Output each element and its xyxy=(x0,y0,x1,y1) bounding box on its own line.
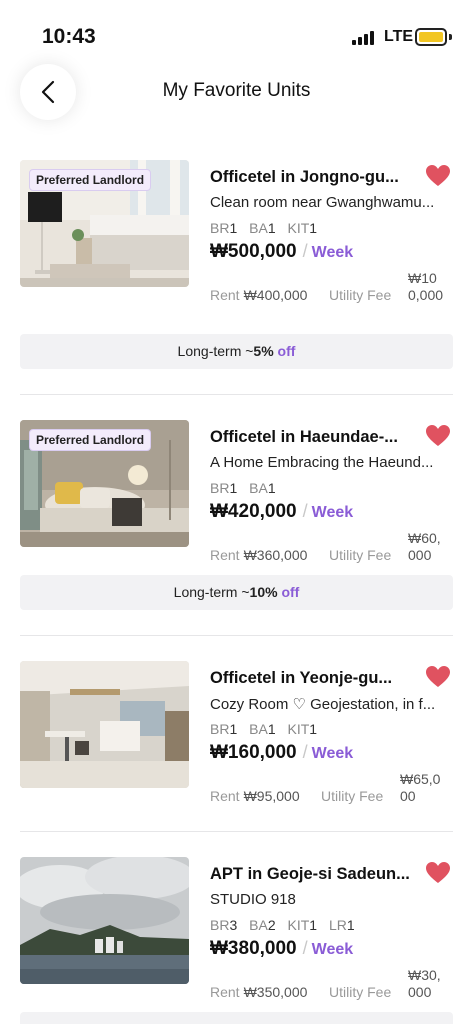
unit-price: ₩160,000 xyxy=(210,742,297,763)
price-period: Week xyxy=(311,244,354,261)
unit-photo[interactable] xyxy=(20,661,189,788)
long-term-discount-banner: Long-term ~5% off xyxy=(20,334,453,369)
room-count-kit: KIT1 xyxy=(287,220,318,236)
unit-price: ₩380,000 xyxy=(210,938,297,959)
utility-value: ₩60,000 xyxy=(408,530,441,563)
heart-filled-icon[interactable] xyxy=(425,164,451,188)
heart-filled-icon[interactable] xyxy=(425,424,451,448)
unit-price: ₩500,000 xyxy=(210,241,297,262)
rent-info: Rent ₩400,000 xyxy=(210,287,308,303)
utility-label: Utility Fee xyxy=(321,788,384,804)
utility-label: Utility Fee xyxy=(329,984,392,1000)
unit-title[interactable]: Officetel in Haeundae-... xyxy=(210,428,415,447)
room-count-ba: BA1 xyxy=(249,721,276,737)
room-count-br: BR1 xyxy=(210,220,238,236)
unit-photo[interactable]: Preferred Landlord xyxy=(20,420,189,547)
unit-photo[interactable]: Preferred Landlord xyxy=(20,160,189,287)
room-counts: BR1 BA1 KIT1 xyxy=(210,220,325,236)
price-row: ₩380,000/Week xyxy=(210,938,354,959)
divider xyxy=(20,831,453,832)
price-period: Week xyxy=(311,745,354,762)
price-row: ₩160,000/Week xyxy=(210,742,354,763)
price-period: Week xyxy=(311,504,354,521)
unit-photo[interactable] xyxy=(20,857,189,984)
long-term-discount-banner xyxy=(20,1012,453,1024)
price-period: Week xyxy=(311,941,354,958)
utility-value: ₩65,000 xyxy=(400,771,441,804)
room-count-br: BR1 xyxy=(210,480,238,496)
room-counts: BR3 BA2 KIT1 LR1 xyxy=(210,917,363,933)
room-count-ba: BA2 xyxy=(249,917,276,933)
utility-label: Utility Fee xyxy=(329,547,392,563)
battery-icon xyxy=(415,28,447,46)
unit-subtitle: Cozy Room ♡ Geojestation, in f... xyxy=(210,696,436,713)
room-count-ba: BA1 xyxy=(249,480,276,496)
rent-info: Rent ₩360,000 xyxy=(210,547,308,563)
heart-filled-icon[interactable] xyxy=(425,861,451,885)
price-row: ₩500,000/Week xyxy=(210,241,354,262)
room-counts: BR1 BA1 xyxy=(210,480,284,496)
cellular-signal-icon xyxy=(352,31,378,45)
unit-subtitle: Clean room near Gwanghwamu... xyxy=(210,194,435,211)
heart-filled-icon[interactable] xyxy=(425,665,451,689)
status-bar: 10:43 LTE xyxy=(0,0,473,64)
room-count-kit: KIT1 xyxy=(287,721,318,737)
divider xyxy=(20,394,453,395)
page-title: My Favorite Units xyxy=(162,80,311,101)
unit-price: ₩420,000 xyxy=(210,501,297,522)
rent-info: Rent ₩95,000 xyxy=(210,788,300,804)
battery-tip xyxy=(449,34,452,40)
header: My Favorite Units xyxy=(0,64,473,124)
network-type: LTE xyxy=(384,28,414,45)
long-term-discount-banner: Long-term ~10% off xyxy=(20,575,453,610)
unit-title[interactable]: Officetel in Jongno-gu... xyxy=(210,168,415,187)
room-count-ba: BA1 xyxy=(249,220,276,236)
room-count-br: BR3 xyxy=(210,917,238,933)
unit-title[interactable]: Officetel in Yeonje-gu... xyxy=(210,669,415,688)
rent-info: Rent ₩350,000 xyxy=(210,984,308,1000)
utility-value: ₩30,000 xyxy=(408,967,441,1000)
divider xyxy=(20,635,453,636)
price-row: ₩420,000/Week xyxy=(210,501,354,522)
utility-label: Utility Fee xyxy=(329,287,392,303)
room-count-br: BR1 xyxy=(210,721,238,737)
room-count-lr: LR1 xyxy=(328,917,355,933)
unit-subtitle: A Home Embracing the Haeund... xyxy=(210,454,434,471)
unit-title[interactable]: APT in Geoje-si Sadeun... xyxy=(210,865,415,884)
unit-subtitle: STUDIO 918 xyxy=(210,891,296,908)
status-time: 10:43 xyxy=(42,25,96,48)
utility-value: ₩100,000 xyxy=(408,270,444,303)
preferred-landlord-badge: Preferred Landlord xyxy=(29,169,152,191)
preferred-landlord-badge: Preferred Landlord xyxy=(29,429,152,451)
room-count-kit: KIT1 xyxy=(287,917,318,933)
room-counts: BR1 BA1 KIT1 xyxy=(210,721,325,737)
